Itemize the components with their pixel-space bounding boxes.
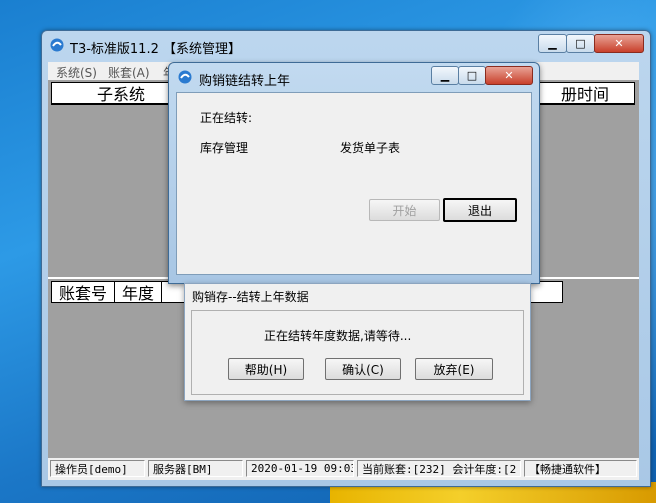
status-datetime: 2020-01-19 09:03 <box>246 460 354 477</box>
progress-message: 正在结转年度数据,请等待... <box>264 329 412 343</box>
progress-dialog-body: 正在结转年度数据,请等待... 帮助(H) 确认(C) 放弃(E) <box>191 310 524 395</box>
carryover-dialog-body: 正在结转: 库存管理 发货单子表 开始 退出 <box>176 92 532 275</box>
maximize-button[interactable]: □ <box>566 34 595 53</box>
help-button[interactable]: 帮助(H) <box>228 358 304 380</box>
status-bar: 操作员[demo] 服务器[BM] 2020-01-19 09:03 当前账套:… <box>48 458 639 480</box>
exit-button[interactable]: 退出 <box>443 198 517 222</box>
status-server: 服务器[BM] <box>148 460 243 477</box>
carryover-dialog-title: 购销链结转上年 <box>199 74 291 89</box>
menu-account[interactable]: 账套(A) <box>108 64 150 81</box>
minimize-icon: ▁ <box>548 37 557 50</box>
column-register-time: 册时间 <box>535 82 635 104</box>
close-icon: ✕ <box>614 37 624 50</box>
carryover-status-label: 正在结转: <box>200 111 253 125</box>
close-button[interactable]: ✕ <box>594 34 644 53</box>
column-year: 年度 <box>114 281 162 303</box>
maximize-icon: □ <box>575 37 586 50</box>
maximize-icon: □ <box>466 69 478 82</box>
dialog-maximize-button[interactable]: □ <box>458 66 486 85</box>
dialog-minimize-button[interactable]: ▁ <box>431 66 459 85</box>
carryover-dialog: 购销链结转上年 ▁ □ ✕ 正在结转: 库存管理 发货单子表 开始 退出 <box>168 62 540 284</box>
status-operator: 操作员[demo] <box>50 460 145 477</box>
carryover-table: 发货单子表 <box>340 141 401 155</box>
column-account-no: 账套号 <box>51 281 115 303</box>
app-logo-icon <box>178 70 192 84</box>
menu-system[interactable]: 系统(S) <box>56 64 97 81</box>
status-brand: 【畅捷通软件】 <box>524 460 637 477</box>
minimize-button[interactable]: ▁ <box>538 34 567 53</box>
minimize-icon: ▁ <box>440 69 450 82</box>
confirm-button[interactable]: 确认(C) <box>325 358 401 380</box>
window-title: T3-标准版11.2 【系统管理】 <box>70 42 241 57</box>
carryover-module: 库存管理 <box>200 141 249 155</box>
progress-dialog-title: 购销存--结转上年数据 <box>192 290 309 304</box>
start-button[interactable]: 开始 <box>369 199 440 221</box>
progress-dialog: 购销存--结转上年数据 正在结转年度数据,请等待... 帮助(H) 确认(C) … <box>184 283 531 401</box>
close-icon: ✕ <box>504 69 514 82</box>
app-logo-icon <box>50 38 64 52</box>
abandon-button[interactable]: 放弃(E) <box>415 358 493 380</box>
status-account: 当前账套:[232] 会计年度:[2 <box>357 460 521 477</box>
dialog-close-button[interactable]: ✕ <box>485 66 533 85</box>
